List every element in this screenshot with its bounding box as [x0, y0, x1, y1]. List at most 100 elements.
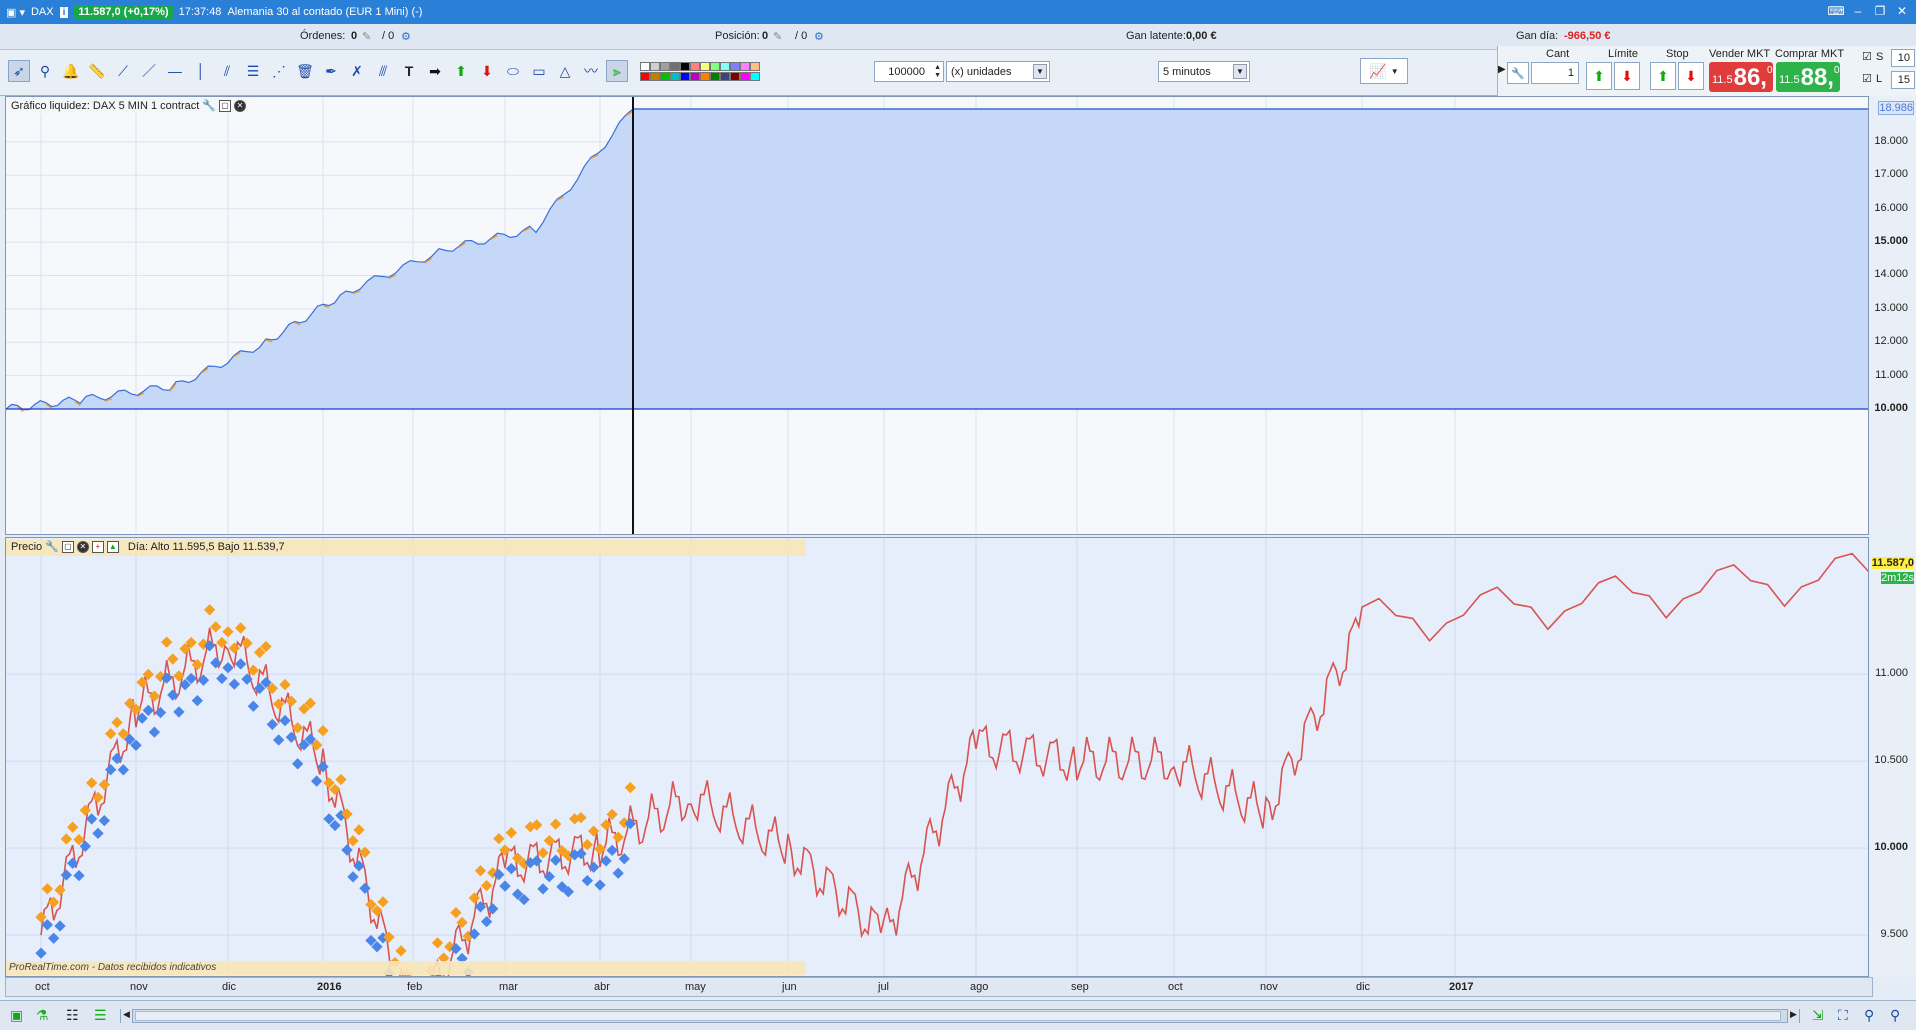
parallel-icon[interactable]: ⫻	[372, 60, 394, 82]
color-swatch[interactable]	[650, 72, 660, 81]
price-axis[interactable]: 11.00010.50010.0009.5009.00011.587,02m12…	[1868, 537, 1916, 1027]
text-icon[interactable]: T	[398, 60, 420, 82]
color-swatch[interactable]	[680, 62, 690, 71]
ruler-icon[interactable]: 📏	[86, 60, 108, 82]
l-checkbox[interactable]: ☑	[1862, 72, 1872, 85]
time-axis[interactable]: oct nov dic 2016 feb mar abr may jun jul ago sep oct…	[5, 977, 1873, 997]
color-swatch[interactable]	[750, 72, 760, 81]
brush-icon[interactable]: ✒	[320, 60, 342, 82]
color-swatch[interactable]	[720, 62, 730, 71]
chevron-down-icon[interactable]: ▼	[1033, 64, 1047, 79]
color-swatch[interactable]	[750, 62, 760, 71]
sell-market-button[interactable]: 11.5 86, 0	[1709, 62, 1773, 92]
up-arrow-icon[interactable]: ▲	[106, 540, 119, 553]
zoom-out-icon[interactable]: ⚲	[1864, 1007, 1874, 1024]
line-icon[interactable]: ／	[138, 60, 160, 82]
equity-chart[interactable]	[6, 97, 1869, 534]
zoom-icon[interactable]: ⚲	[34, 60, 56, 82]
ordenes-link-icon[interactable]: ⚙	[401, 30, 411, 43]
color-swatch[interactable]	[690, 72, 700, 81]
wrench-icon[interactable]: 🔧	[1507, 62, 1529, 84]
minimize-icon[interactable]: –	[1850, 3, 1866, 19]
price-chart[interactable]	[6, 538, 1869, 976]
arrow-up-icon[interactable]: ⬆	[450, 60, 472, 82]
indicators-icon[interactable]: ⚗	[36, 1007, 49, 1024]
zoom-fit-icon[interactable]: ⛶	[1838, 1007, 1848, 1024]
fibonacci-icon[interactable]: ☰	[242, 60, 264, 82]
list-icon[interactable]: ☰	[94, 1007, 107, 1024]
restore-icon[interactable]: ❐	[1872, 3, 1888, 19]
limit-buy-button[interactable]: ⬆	[1586, 62, 1612, 90]
color-swatch[interactable]	[740, 62, 750, 71]
triangle-icon[interactable]: △	[554, 60, 576, 82]
close-icon[interactable]: ✕	[234, 99, 246, 112]
color-swatch[interactable]	[640, 72, 650, 81]
lasso-icon[interactable]: ⬭	[502, 60, 524, 82]
units-select[interactable]: (x) unidades ▼	[946, 61, 1050, 82]
color-swatch[interactable]	[680, 72, 690, 81]
price-chart-panel[interactable]: Precio 🔧 ▢ ✕ + ▲ Día: Alto 11.595,5 Bajo…	[5, 537, 1873, 977]
color-swatch[interactable]	[740, 72, 750, 81]
s-input[interactable]: 10	[1891, 49, 1915, 67]
pointer-icon[interactable]: ➶	[8, 60, 30, 82]
scroll-right-icon[interactable]: ▶	[1787, 1009, 1799, 1023]
close-icon[interactable]: ✕	[1894, 3, 1910, 19]
trash-icon[interactable]: 🗑	[294, 60, 316, 82]
close-icon[interactable]: ✕	[76, 540, 89, 553]
collapse-arrow-icon[interactable]: ▶	[1498, 64, 1506, 75]
timeframe-select[interactable]: 5 minutos ▼	[1158, 61, 1250, 82]
symbol-label[interactable]: DAX	[31, 6, 54, 18]
maximize-icon[interactable]: ▢	[61, 540, 74, 553]
auto-scale-icon[interactable]: ⇲	[1812, 1007, 1824, 1024]
chart-template-icon[interactable]: ▣	[10, 1007, 23, 1024]
color-swatch[interactable]	[660, 72, 670, 81]
maximize-icon[interactable]: ▢	[219, 99, 231, 112]
posicion-edit-icon[interactable]: ✎	[773, 30, 782, 43]
color-swatch[interactable]	[710, 72, 720, 81]
spinner-icon[interactable]: ▲ ▼	[934, 64, 941, 80]
wrench-icon[interactable]: 🔧	[202, 99, 216, 112]
color-swatch[interactable]	[720, 72, 730, 81]
color-swatch[interactable]	[730, 62, 740, 71]
chart-type-select[interactable]: 📈 ▼	[1360, 58, 1408, 84]
keyboard-icon[interactable]: ⌨	[1827, 3, 1844, 19]
color-swatch[interactable]	[640, 62, 650, 71]
highlight-icon[interactable]: ⫸	[606, 60, 628, 82]
cant-input[interactable]: 1	[1531, 62, 1579, 84]
ordenes-edit-icon[interactable]: ✎	[362, 30, 371, 43]
equity-chart-panel[interactable]: Gráfico liquidez: DAX 5 MIN 1 contract 🔧…	[5, 96, 1873, 535]
chevron-down-icon[interactable]: ▼	[1233, 64, 1247, 79]
posicion-link-icon[interactable]: ⚙	[814, 30, 824, 43]
rectangle-icon[interactable]: ▭	[528, 60, 550, 82]
channel-icon[interactable]: ⫽	[216, 60, 238, 82]
scrollbar-thumb[interactable]	[135, 1011, 1781, 1021]
color-swatch[interactable]	[660, 62, 670, 71]
info-icon[interactable]: i	[59, 6, 69, 18]
quantity-input[interactable]: 100000 ▲ ▼	[874, 61, 944, 82]
scroll-left-icon[interactable]: ◀	[121, 1009, 133, 1023]
color-swatch[interactable]	[710, 62, 720, 71]
color-swatch[interactable]	[650, 62, 660, 71]
stop-sell-button[interactable]: ⬇	[1678, 62, 1704, 90]
l-input[interactable]: 15	[1891, 71, 1915, 89]
segment-icon[interactable]: ⟋	[112, 60, 134, 82]
add-indicator-icon[interactable]: +	[91, 540, 104, 553]
s-checkbox[interactable]: ☑	[1862, 50, 1872, 63]
cross-line-icon[interactable]: ✗	[346, 60, 368, 82]
color-swatch[interactable]	[700, 62, 710, 71]
color-swatch[interactable]	[670, 62, 680, 71]
equity-price-axis[interactable]: 18.000 17.000 16.000 15.000 14.000 13.000 12.0…	[1868, 96, 1916, 535]
buy-market-button[interactable]: 11.5 88, 0	[1776, 62, 1840, 92]
color-swatch[interactable]	[730, 72, 740, 81]
wave-icon[interactable]: 〰	[580, 60, 602, 82]
limit-sell-button[interactable]: ⬇	[1614, 62, 1640, 90]
color-swatch[interactable]	[700, 72, 710, 81]
arrow-down-icon[interactable]: ⬇	[476, 60, 498, 82]
color-swatch[interactable]	[670, 72, 680, 81]
color-swatch[interactable]	[690, 62, 700, 71]
properties-icon[interactable]: ☷	[66, 1007, 79, 1024]
stop-buy-button[interactable]: ⬆	[1650, 62, 1676, 90]
horizontal-scrollbar[interactable]: ◀ ▶	[120, 1009, 1800, 1023]
window-menu-icon[interactable]: ▣ ▾	[6, 6, 25, 19]
alert-bell-icon[interactable]: 🔔	[60, 60, 82, 82]
